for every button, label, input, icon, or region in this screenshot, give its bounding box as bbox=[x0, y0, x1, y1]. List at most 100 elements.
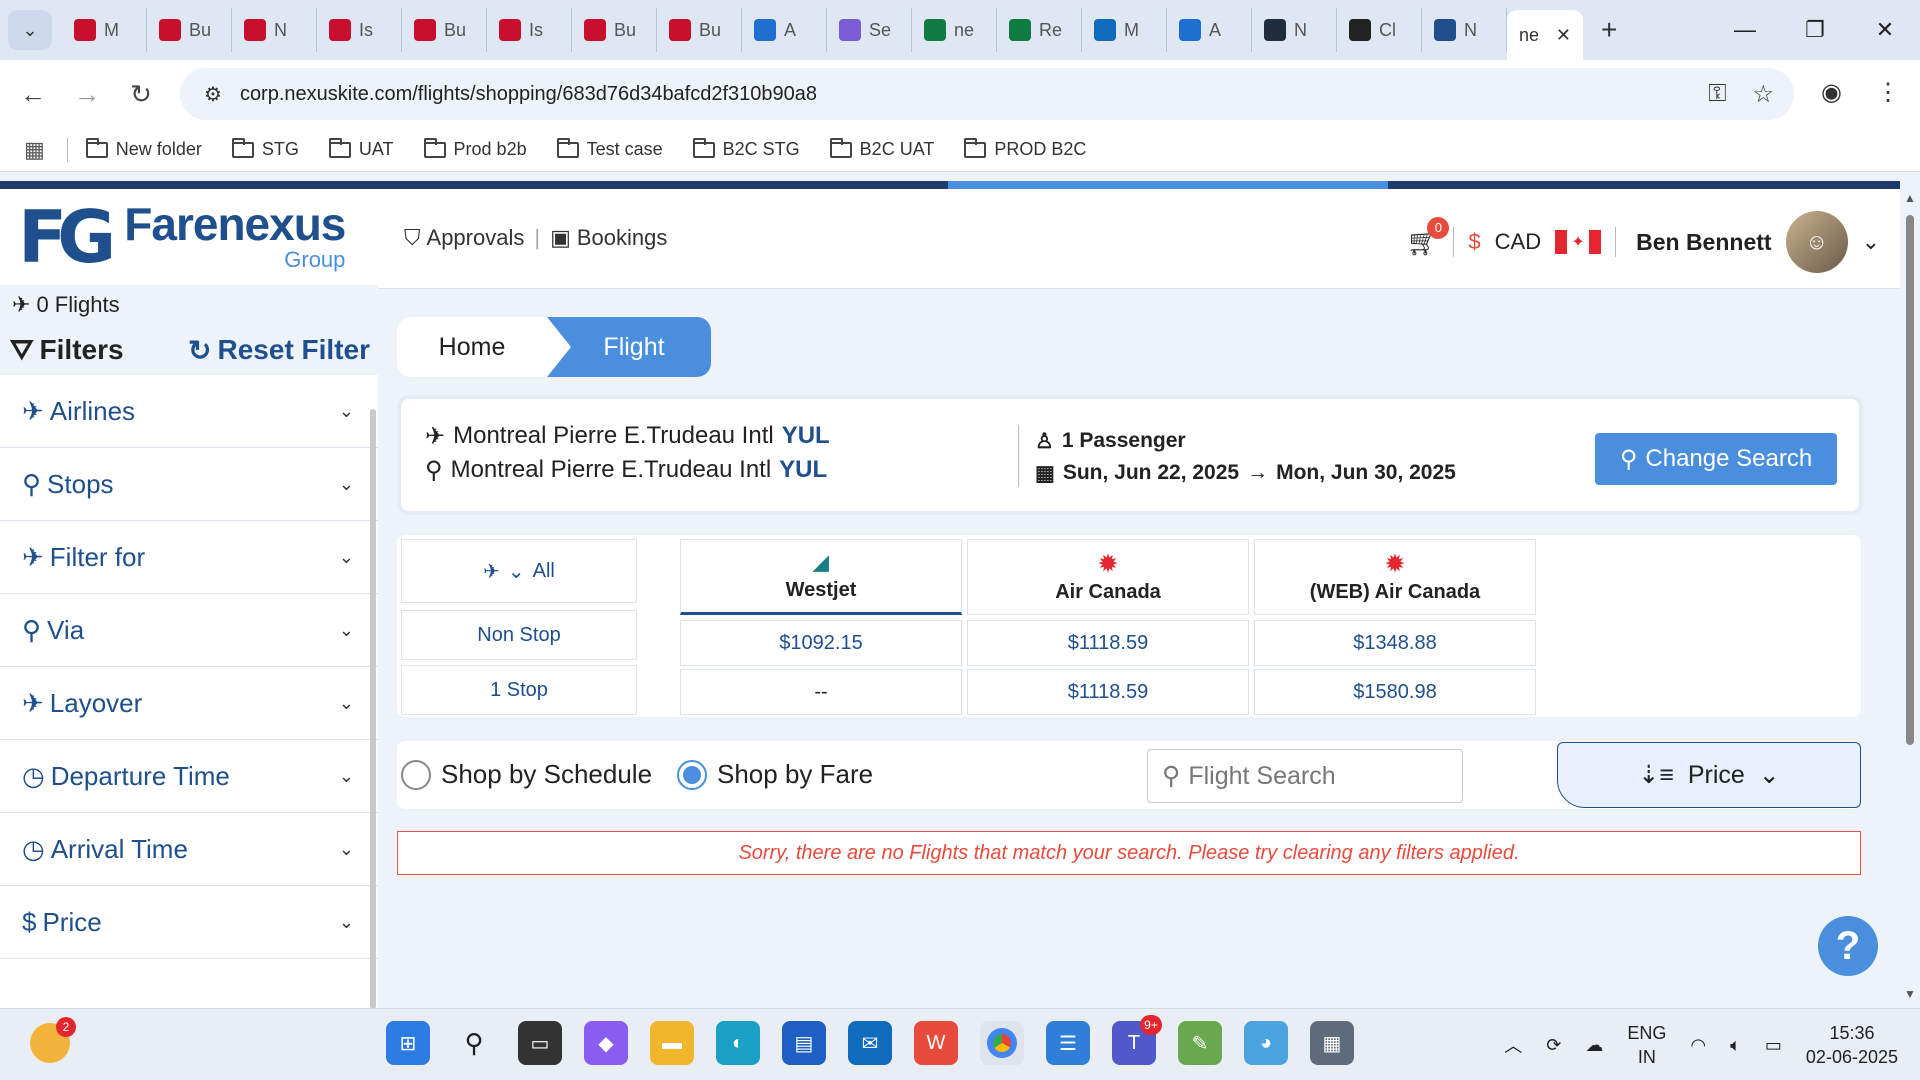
currency-code[interactable]: CAD bbox=[1495, 229, 1541, 255]
back-button[interactable]: ← bbox=[6, 79, 60, 110]
photos-icon[interactable]: ◕ bbox=[1244, 1021, 1288, 1065]
page-scrollbar[interactable]: ▲ ▼ bbox=[1904, 191, 1916, 1001]
sync-icon[interactable]: ⟳ bbox=[1546, 1035, 1561, 1056]
browser-tab[interactable]: N bbox=[1422, 8, 1507, 52]
fare-cell[interactable]: $1348.88 bbox=[1254, 620, 1536, 666]
search-icon[interactable]: ⚲ bbox=[452, 1021, 496, 1065]
start-icon[interactable]: ⊞ bbox=[386, 1021, 430, 1065]
help-button[interactable]: ? bbox=[1818, 916, 1878, 976]
restore-button[interactable]: ❐ bbox=[1780, 17, 1850, 43]
edge-icon[interactable]: ◐ bbox=[716, 1021, 760, 1065]
filter-accordion[interactable]: ⚲ Stops ⌄ bbox=[0, 448, 378, 521]
sidebar-scrollbar[interactable] bbox=[370, 409, 376, 1008]
filter-accordion[interactable]: ✈ Airlines ⌄ bbox=[0, 375, 378, 448]
profile-icon[interactable]: ◉ bbox=[1821, 78, 1842, 107]
shop-by-schedule-radio[interactable]: Shop by Schedule bbox=[401, 759, 652, 790]
filter-accordion[interactable]: ◷ Arrival Time ⌄ bbox=[0, 813, 378, 886]
bookmark-folder[interactable]: New folder bbox=[85, 137, 202, 160]
browser-menu-icon[interactable]: ⋮ bbox=[1876, 78, 1900, 107]
new-tab-button[interactable]: + bbox=[1601, 14, 1617, 46]
url-text[interactable]: corp.nexuskite.com/flights/shopping/683d… bbox=[240, 83, 817, 106]
breadcrumb-flight[interactable]: Flight bbox=[547, 317, 711, 377]
fare-cell[interactable]: $1118.59 bbox=[967, 669, 1249, 715]
user-name[interactable]: Ben Bennett bbox=[1636, 229, 1771, 256]
change-search-button[interactable]: ⚲ Change Search bbox=[1595, 433, 1837, 485]
notepad-icon[interactable]: ☰ bbox=[1046, 1021, 1090, 1065]
browser-tab[interactable]: N bbox=[232, 8, 317, 52]
approvals-link[interactable]: ⛉ Approvals bbox=[404, 225, 524, 251]
bookings-link[interactable]: ▣ Bookings bbox=[550, 225, 667, 251]
fare-cell[interactable]: $1092.15 bbox=[680, 620, 962, 666]
flight-search-input[interactable]: ⚲ Flight Search bbox=[1147, 749, 1463, 803]
bookmark-folder[interactable]: Prod b2b bbox=[423, 137, 527, 160]
browser-tab[interactable]: Is bbox=[487, 8, 572, 52]
row-label-1stop[interactable]: 1 Stop bbox=[401, 665, 637, 715]
row-label-nonstop[interactable]: Non Stop bbox=[401, 610, 637, 660]
filter-accordion[interactable]: ✈ Layover ⌄ bbox=[0, 667, 378, 740]
task-view-icon[interactable]: ▭ bbox=[518, 1021, 562, 1065]
bookmark-folder[interactable]: B2C UAT bbox=[829, 137, 934, 160]
browser-tab[interactable]: Bu bbox=[657, 8, 742, 52]
browser-tab[interactable]: M bbox=[62, 8, 147, 52]
minimize-button[interactable]: — bbox=[1710, 17, 1780, 43]
sort-price-dropdown[interactable]: ⇣≡ Price ⌄ bbox=[1557, 742, 1861, 808]
browser-tab[interactable]: Bu bbox=[402, 8, 487, 52]
file-explorer-icon[interactable]: ▬ bbox=[650, 1021, 694, 1065]
volume-icon[interactable]: 🔈︎ bbox=[1730, 1035, 1741, 1056]
company-logo[interactable]: FG Farenexus Group bbox=[0, 189, 378, 285]
weather-widget-icon[interactable]: 2 bbox=[30, 1017, 76, 1063]
filter-accordion[interactable]: ◷ Departure Time ⌄ bbox=[0, 740, 378, 813]
scroll-up-icon[interactable]: ▲ bbox=[1904, 191, 1916, 205]
fare-cell[interactable]: $1118.59 bbox=[967, 620, 1249, 666]
wifi-icon[interactable]: ◠ bbox=[1690, 1035, 1706, 1056]
copilot-icon[interactable]: ◆ bbox=[584, 1021, 628, 1065]
cart-button[interactable]: 🛒︎ 0 bbox=[1406, 216, 1450, 258]
teams-icon[interactable]: T 9+ bbox=[1112, 1015, 1162, 1065]
browser-tab[interactable]: ne bbox=[912, 8, 997, 52]
bookmark-folder[interactable]: PROD B2C bbox=[964, 137, 1086, 160]
bookmark-folder[interactable]: UAT bbox=[328, 137, 394, 160]
filter-accordion[interactable]: $ Price ⌄ bbox=[0, 886, 378, 959]
outlook-icon[interactable]: ✉ bbox=[848, 1021, 892, 1065]
airline-column-westjet[interactable]: ◢ Westjet bbox=[680, 539, 962, 615]
fare-cell[interactable]: $1580.98 bbox=[1254, 669, 1536, 715]
breadcrumb-home[interactable]: Home bbox=[397, 317, 547, 377]
site-settings-icon[interactable]: ⚙ bbox=[204, 82, 222, 107]
calculator-icon[interactable]: ▦ bbox=[1310, 1021, 1354, 1065]
wps-office-icon[interactable]: W bbox=[914, 1021, 958, 1065]
chrome-icon[interactable] bbox=[980, 1021, 1024, 1065]
avatar[interactable]: ☺ bbox=[1785, 211, 1848, 273]
browser-tab[interactable]: Re bbox=[997, 8, 1082, 52]
forward-button[interactable]: → bbox=[60, 79, 114, 110]
reload-button[interactable]: ↻ bbox=[114, 79, 168, 110]
language-indicator[interactable]: ENG IN bbox=[1627, 1021, 1666, 1069]
shop-by-fare-radio[interactable]: Shop by Fare bbox=[677, 759, 873, 790]
chevron-down-icon[interactable]: ⌄ bbox=[1862, 229, 1880, 255]
close-window-button[interactable]: ✕ bbox=[1850, 17, 1920, 43]
browser-tab[interactable]: M bbox=[1082, 8, 1167, 52]
browser-tab[interactable]: A bbox=[742, 8, 827, 52]
tray-chevron-icon[interactable]: ︿ bbox=[1504, 1032, 1522, 1058]
scroll-thumb[interactable] bbox=[1906, 215, 1914, 745]
tab-search-button[interactable]: ⌄ bbox=[8, 10, 52, 50]
airline-column-air-canada[interactable]: ✹ Air Canada bbox=[967, 539, 1249, 615]
browser-tab[interactable]: Bu bbox=[147, 8, 232, 52]
browser-tab[interactable]: Se bbox=[827, 8, 912, 52]
browser-tab[interactable]: Is bbox=[317, 8, 402, 52]
browser-tab[interactable]: Bu bbox=[572, 8, 657, 52]
airline-column-web-air-canada[interactable]: ✹ (WEB) Air Canada bbox=[1254, 539, 1536, 615]
bookmark-folder[interactable]: STG bbox=[231, 137, 299, 160]
tab-active[interactable]: ne ✕ bbox=[1507, 10, 1583, 60]
browser-tab[interactable]: A bbox=[1167, 8, 1252, 52]
stops-filter-dropdown[interactable]: ✈ ⌄ All bbox=[401, 539, 637, 603]
reset-filter-button[interactable]: ↻ Reset Filter bbox=[188, 334, 370, 367]
url-bar[interactable]: ⚙ corp.nexuskite.com/flights/shopping/68… bbox=[180, 68, 1794, 120]
store-icon[interactable]: ▤ bbox=[782, 1021, 826, 1065]
browser-tab[interactable]: Cl bbox=[1337, 8, 1422, 52]
bookmark-folder[interactable]: Test case bbox=[556, 137, 663, 160]
close-tab-icon[interactable]: ✕ bbox=[1556, 25, 1571, 46]
apps-grid-icon[interactable]: ▦ bbox=[24, 137, 45, 163]
bookmark-star-icon[interactable]: ☆ bbox=[1752, 80, 1774, 109]
filter-accordion[interactable]: ✈ Filter for ⌄ bbox=[0, 521, 378, 594]
battery-icon[interactable]: ▭ bbox=[1765, 1035, 1782, 1056]
